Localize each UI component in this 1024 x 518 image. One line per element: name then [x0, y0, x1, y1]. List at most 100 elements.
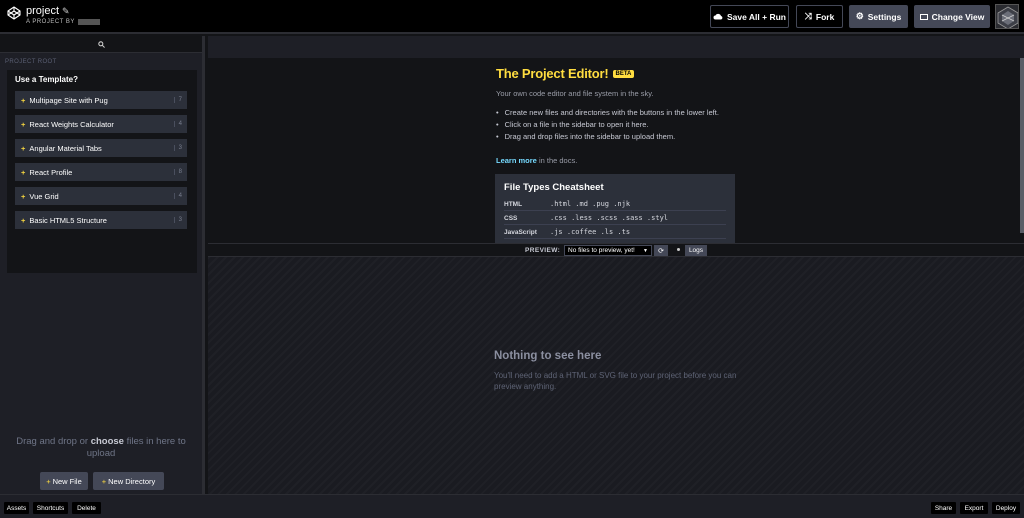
learn-more-line: Learn more in the docs.	[496, 156, 577, 165]
table-row: CSS .css .less .scss .sass .styl	[504, 212, 726, 225]
export-button[interactable]: Export	[960, 502, 988, 514]
template-file-count: 4	[173, 121, 182, 127]
editor-title-text: The Project Editor!	[496, 66, 609, 81]
preview-empty-title: Nothing to see here	[494, 350, 602, 362]
list-item: Click on a file in the sidebar to open i…	[496, 119, 719, 131]
deploy-button[interactable]: Deploy	[992, 502, 1020, 514]
new-directory-button[interactable]: + New Directory	[93, 472, 164, 490]
template-name: Basic HTML5 Structure	[29, 215, 107, 225]
owner-username[interactable]	[77, 19, 100, 25]
plus-icon: +	[21, 143, 26, 153]
template-file-count: 3	[173, 145, 182, 151]
template-item[interactable]: + Angular Material Tabs 3	[15, 139, 187, 157]
editor-scrollbar[interactable]	[1020, 58, 1024, 233]
project-name: project	[26, 5, 60, 17]
table-row: HTML .html .md .pug .njk	[504, 198, 726, 211]
refresh-button[interactable]: ⟳	[654, 245, 668, 256]
plus-icon: +	[21, 95, 26, 105]
cheatsheet-language: CSS	[504, 214, 518, 222]
cheatsheet-title: File Types Cheatsheet	[504, 182, 604, 193]
cloud-icon	[713, 13, 723, 20]
assets-button[interactable]: Assets	[4, 502, 29, 514]
project-root-label: PROJECT ROOT	[5, 59, 57, 65]
template-panel: Use a Template? + Multipage Site with Pu…	[7, 70, 197, 273]
fork-button[interactable]: ⤨ Fork	[796, 5, 843, 28]
list-item: Create new files and directories with th…	[496, 107, 719, 119]
share-button[interactable]: Share	[931, 502, 956, 514]
editor-tab-strip	[208, 36, 1024, 58]
template-name: Vue Grid	[29, 191, 59, 201]
template-item[interactable]: + Vue Grid 4	[15, 187, 187, 205]
gear-icon: ⚙	[855, 11, 864, 21]
cheatsheet-extensions: .js .coffee .ls .ts	[550, 228, 631, 236]
choose-files-link[interactable]: choose	[91, 436, 124, 447]
delete-button[interactable]: Delete	[72, 502, 101, 514]
pencil-icon[interactable]: ✎	[62, 6, 70, 17]
plus-icon: +	[101, 476, 107, 486]
drop-zone-text: Drag and drop or choose files in here to…	[0, 436, 202, 460]
layout-icon	[919, 13, 928, 20]
save-all-run-label: Save All + Run	[727, 11, 786, 22]
template-item[interactable]: + React Weights Calculator 4	[15, 115, 187, 133]
plus-icon: +	[21, 215, 26, 225]
cheatsheet-extensions: .css .less .scss .sass .styl	[550, 214, 669, 222]
template-item[interactable]: + Basic HTML5 Structure 3	[15, 211, 187, 229]
learn-more-link[interactable]: Learn more	[496, 156, 537, 165]
change-view-button[interactable]: Change View	[914, 5, 990, 28]
editor-title: The Project Editor! BETA	[496, 66, 635, 81]
template-file-count: 7	[173, 97, 182, 103]
template-file-count: 8	[173, 169, 182, 175]
template-file-count: 4	[173, 193, 182, 199]
list-item: Drag and drop files into the sidebar to …	[496, 131, 719, 143]
bottom-toolbar: Assets Shortcuts Delete Share Export Dep…	[0, 494, 1024, 518]
template-name: React Weights Calculator	[29, 119, 114, 129]
logs-button[interactable]: Logs	[685, 245, 707, 256]
table-row: JavaScript .js .coffee .ls .ts	[504, 226, 726, 239]
template-heading: Use a Template?	[15, 75, 78, 84]
cheatsheet-extensions: .html .md .pug .njk	[550, 200, 631, 208]
chevron-down-icon: ▼	[643, 247, 648, 254]
beta-badge: BETA	[612, 69, 635, 78]
user-avatar[interactable]	[995, 4, 1019, 29]
cheatsheet-language: JavaScript	[504, 228, 537, 236]
new-file-button[interactable]: + New File	[40, 472, 88, 490]
separator-dot-icon	[677, 248, 680, 251]
top-header: project ✎ A PROJECT BY Save All + Run ⤨ …	[0, 0, 1024, 34]
preview-empty-text: You'll need to add a HTML or SVG file to…	[494, 371, 737, 391]
drop-text-pre: Drag and drop or	[16, 436, 89, 447]
search-icon	[97, 40, 105, 48]
cheatsheet-language: HTML	[504, 200, 523, 208]
preview-file-select[interactable]: No files to preview, yet! ▼	[564, 245, 652, 256]
template-item[interactable]: + Multipage Site with Pug 7	[15, 91, 187, 109]
plus-icon: +	[46, 476, 51, 486]
by-label: A PROJECT BY	[26, 19, 75, 25]
template-item[interactable]: + React Profile 8	[15, 163, 187, 181]
file-types-cheatsheet: File Types Cheatsheet HTML .html .md .pu…	[495, 174, 735, 243]
sidebar-search[interactable]	[0, 36, 202, 53]
settings-label: Settings	[867, 11, 902, 22]
template-name: React Profile	[29, 167, 73, 177]
fork-icon: ⤨	[804, 11, 812, 21]
save-all-run-button[interactable]: Save All + Run	[710, 5, 789, 28]
avatar-image	[997, 6, 1018, 28]
editor-welcome-panel: The Project Editor! BETA Your own code e…	[208, 58, 1020, 243]
project-owner: A PROJECT BY	[26, 19, 100, 25]
refresh-icon: ⟳	[658, 247, 664, 255]
editor-tips-list: Create new files and directories with th…	[496, 107, 719, 143]
preview-select-value: No files to preview, yet!	[568, 247, 635, 254]
file-sidebar: PROJECT ROOT Use a Template? + Multipage…	[0, 36, 205, 494]
template-file-count: 3	[173, 217, 182, 223]
preview-toolbar[interactable]: PREVIEW: No files to preview, yet! ▼ ⟳ L…	[208, 243, 1024, 257]
shortcuts-button[interactable]: Shortcuts	[33, 502, 68, 514]
preview-pane: Nothing to see here You'll need to add a…	[208, 257, 1024, 494]
codepen-logo-icon[interactable]	[7, 6, 21, 20]
template-name: Multipage Site with Pug	[29, 95, 108, 105]
editor-description: Your own code editor and file system in …	[496, 89, 654, 98]
fork-label: Fork	[815, 11, 835, 22]
template-name: Angular Material Tabs	[29, 143, 102, 153]
learn-more-suffix: in the docs.	[538, 156, 578, 165]
project-title[interactable]: project ✎	[26, 5, 70, 17]
plus-icon: +	[21, 119, 26, 129]
settings-button[interactable]: ⚙ Settings	[849, 5, 908, 28]
plus-icon: +	[21, 167, 26, 177]
